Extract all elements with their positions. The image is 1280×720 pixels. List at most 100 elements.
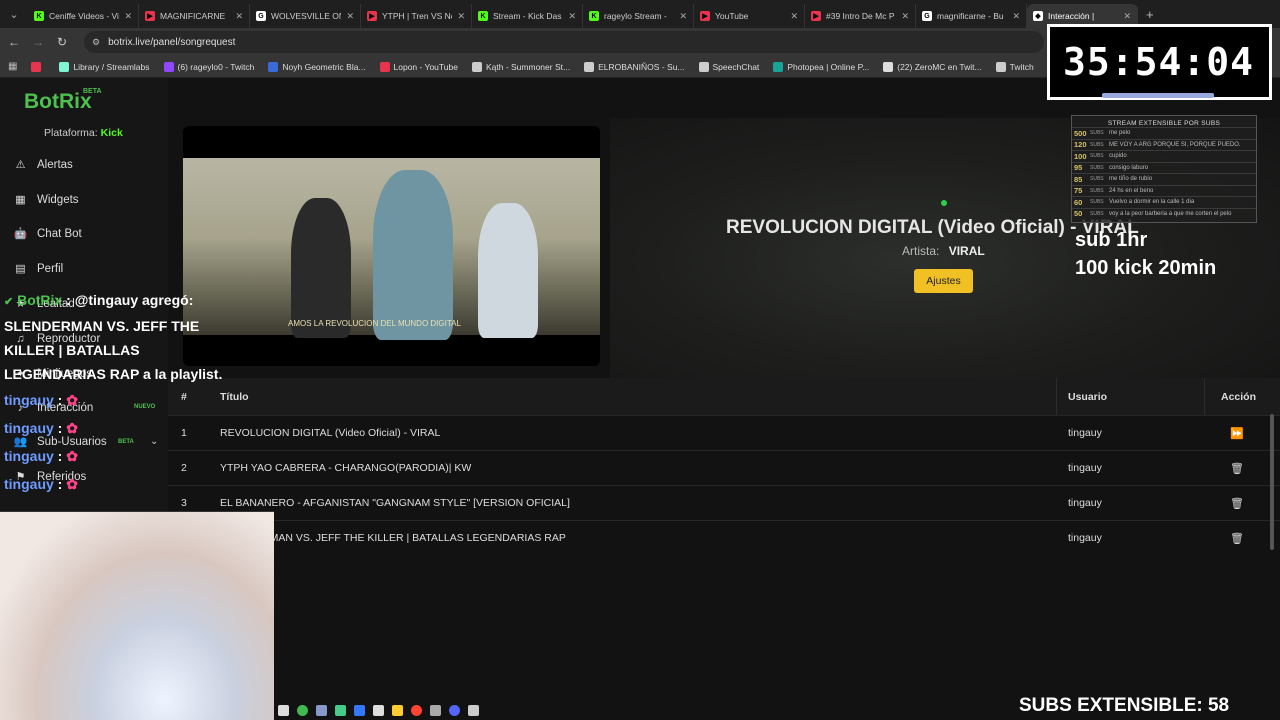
close-tab-icon[interactable]: ✕ (1012, 11, 1020, 22)
taskbar-app-icon[interactable] (373, 704, 384, 716)
goal-row: 50 SUBS voy a la peor barberia a que me co… (1072, 207, 1256, 220)
browser-tab[interactable]: Krageylo Stream - ✕ (583, 4, 694, 28)
close-tab-icon[interactable]: ✕ (568, 11, 576, 22)
close-tab-icon[interactable]: ✕ (235, 11, 243, 22)
bookmark-label: Kąth - Summoner St... (485, 61, 571, 72)
sidebar-item-chatbot[interactable]: 🤖 Chat Bot (14, 227, 82, 241)
goal-subs-count: 50 (1074, 209, 1083, 219)
chat-mention: @tingauy (74, 292, 139, 308)
new-tab-button[interactable]: + (1146, 7, 1154, 22)
sidebar-item-perfil[interactable]: ▤ Perfil (14, 262, 63, 276)
close-tab-icon[interactable]: ✕ (679, 11, 687, 22)
column-divider (1204, 378, 1205, 415)
taskbar-app-icon[interactable] (297, 704, 308, 716)
timer-progress (1102, 93, 1214, 98)
bookmark-item[interactable]: SpeechChat (698, 61, 759, 72)
taskbar-app-icon[interactable] (335, 704, 346, 716)
goal-text: consigo laburo (1109, 164, 1149, 171)
tab-search-icon[interactable]: ⌄ (0, 0, 28, 28)
apps-icon[interactable]: ▦ (8, 61, 17, 72)
back-icon[interactable]: ← (2, 35, 26, 49)
goal-unit: SUBS (1090, 130, 1104, 137)
now-playing-artist: Artista: VIRAL (902, 244, 985, 258)
bookmark-item[interactable]: Library / Streamlabs (59, 61, 150, 72)
col-user-header: Usuario (1068, 390, 1108, 403)
close-tab-icon[interactable]: ✕ (901, 11, 909, 22)
browser-tab[interactable]: K Stream - Kick Das ✕ (472, 4, 583, 28)
chrome-icon[interactable] (411, 704, 422, 716)
close-tab-icon[interactable]: ✕ (1123, 11, 1131, 22)
reload-icon[interactable]: ↻ (50, 35, 74, 49)
video-player[interactable]: AMOS LA REVOLUCION DEL MUNDO DIGITAL (183, 126, 600, 366)
logo-beta-badge: BETA (83, 88, 102, 95)
chat-username: tingauy (4, 476, 54, 492)
webcam-overlay (0, 511, 274, 720)
row-user: tingauy (1068, 427, 1102, 439)
taskbar-app-icon[interactable] (316, 704, 327, 716)
bookmark-item[interactable] (31, 61, 45, 72)
url-bar[interactable]: ⚙ botrix.live/panel/songrequest (84, 31, 1044, 53)
bookmark-item[interactable]: (6) rageylo0 - Twitch (163, 61, 254, 72)
goal-text: 24 hs en el beno (1109, 187, 1154, 194)
tab-favicon-icon: G (922, 11, 932, 21)
taskbar-app-icon[interactable] (392, 704, 403, 716)
bookmark-favicon-icon (163, 61, 174, 72)
skip-icon[interactable]: ⏩ (1230, 427, 1244, 440)
forward-icon[interactable]: → (26, 35, 50, 49)
bookmark-item[interactable]: Photopea | Online P... (773, 61, 869, 72)
goal-unit: SUBS (1090, 164, 1104, 171)
subs-extensible-counter: SUBS EXTENSIBLE: 58 (1019, 695, 1230, 716)
close-tab-icon[interactable]: ✕ (346, 11, 354, 22)
scrollbar[interactable] (1270, 414, 1274, 550)
emote-icon: ✿ (62, 392, 78, 408)
goal-text: ME VOY A ARG PORQUE SI, PORQUE PUEDO. (1109, 141, 1241, 148)
browser-tab[interactable]: G WOLVESVILLE ON ✕ (250, 4, 361, 28)
goal-text: me pelo (1109, 130, 1131, 137)
goal-unit: SUBS (1090, 210, 1104, 217)
browser-tab[interactable]: K Ceniffe Videos - Vi ✕ (28, 4, 139, 28)
browser-tab[interactable]: ▶ YTPH | Tren VS Ne ✕ (361, 4, 472, 28)
browser-tab[interactable]: ▶ MAGNIFICARNE ✕ (139, 4, 250, 28)
bookmark-label: (22) ZeroMC en Twit... (897, 61, 982, 72)
close-tab-icon[interactable]: ✕ (457, 11, 465, 22)
browser-tab[interactable]: ▶ YouTube ✕ (694, 4, 805, 28)
bookmark-label: Twitch (1009, 61, 1034, 72)
bookmark-item[interactable]: (22) ZeroMC en Twit... (883, 61, 982, 72)
browser-tab[interactable]: ▶ #39 Intro De Mc P ✕ (805, 4, 916, 28)
bookmark-item[interactable]: Twitch (995, 61, 1034, 72)
delete-icon[interactable]: 🗑 (1230, 497, 1244, 510)
botrix-logo[interactable]: BotRix (24, 90, 92, 114)
goal-row: 120 SUBS ME VOY A ARG PORQUE SI, PORQUE PU… (1072, 138, 1256, 151)
taskbar-app-icon[interactable] (430, 704, 441, 716)
bookmark-item[interactable]: Kąth - Summoner St... (471, 61, 571, 72)
close-tab-icon[interactable]: ✕ (790, 11, 798, 22)
site-info-icon[interactable]: ⚙ (92, 37, 100, 48)
goal-row: 60 SUBS Vuelvo a dormir en la calle 1 dia (1072, 196, 1256, 208)
tab-favicon-icon: ▶ (367, 11, 377, 21)
goal-subs-count: 95 (1074, 163, 1083, 173)
bookmark-item[interactable]: Lopon - YouTube (379, 61, 458, 72)
close-tab-icon[interactable]: ✕ (124, 11, 132, 22)
delete-icon[interactable]: 🗑 (1230, 532, 1244, 545)
table-header: # Título Usuario Acción (168, 378, 1280, 415)
tab-title: WOLVESVILLE ON (271, 11, 342, 21)
settings-button[interactable]: Ajustes (914, 269, 973, 293)
chat-overlay: ✔ BotRix : @tingauy agregó: SLENDERMAN V… (4, 288, 244, 498)
column-divider (1056, 378, 1057, 415)
taskbar-app-icon[interactable] (354, 704, 365, 716)
tab-favicon-icon: ▶ (811, 11, 821, 21)
platform-indicator: Plataforma: Kick (44, 127, 123, 139)
delete-icon[interactable]: 🗑 (1230, 462, 1244, 475)
bookmark-item[interactable]: ELROBANIÑOS - Su... (584, 61, 685, 72)
discord-icon[interactable] (449, 704, 460, 716)
taskbar-app-icon[interactable] (468, 704, 479, 716)
platform-value[interactable]: Kick (101, 127, 123, 139)
bookmark-item[interactable]: Noyh Geometric Bla... (268, 61, 366, 72)
goal-text: me tiño de rubio (1109, 176, 1153, 183)
sidebar-item-widgets[interactable]: ▦ Widgets (14, 193, 78, 207)
chat-username: tingauy (4, 392, 54, 408)
browser-tab[interactable]: Gmagnificarne - Bu ✕ (916, 4, 1027, 28)
song-queue-table: # Título Usuario Acción 1 REVOLUCION DIGI… (168, 378, 1280, 555)
taskbar-app-icon[interactable] (278, 704, 289, 716)
sidebar-item-alertas[interactable]: ⚠ Alertas (14, 158, 73, 172)
